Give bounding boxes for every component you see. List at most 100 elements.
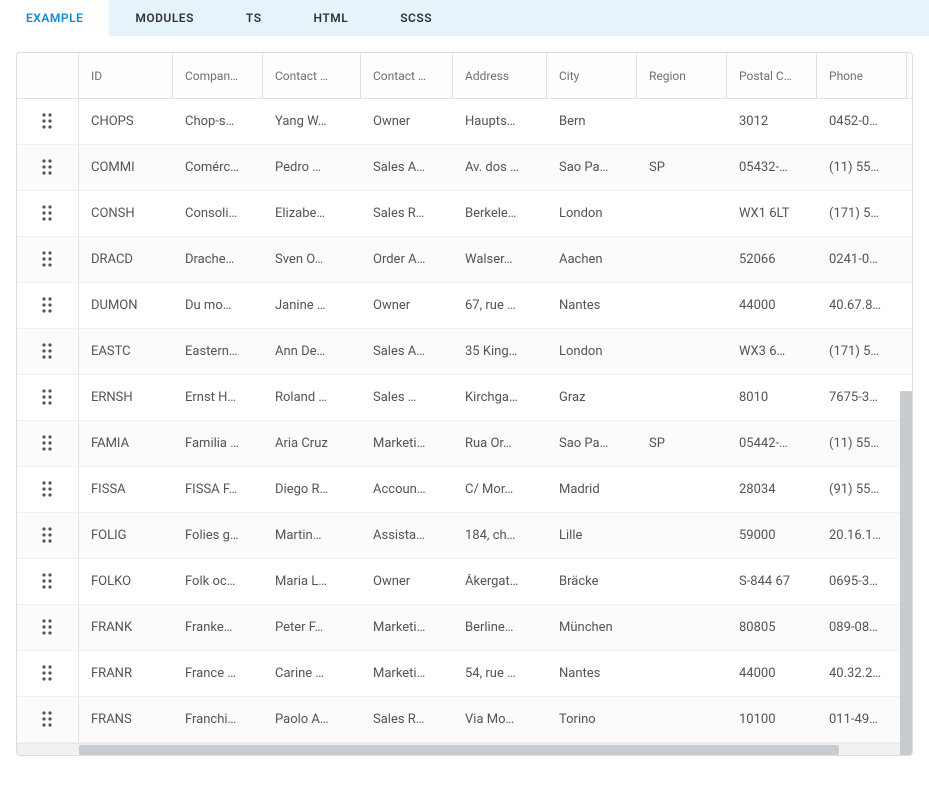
cell-region: [637, 99, 727, 144]
cell-contact-title-text: Assista…: [373, 528, 425, 543]
column-header-drag[interactable]: [17, 53, 79, 99]
cell-id-text: CHOPS: [91, 114, 134, 129]
cell-phone-text: 011-49…: [829, 712, 878, 727]
drag-handle-icon[interactable]: [41, 250, 55, 270]
horizontal-scrollbar[interactable]: [17, 743, 912, 755]
column-header-region[interactable]: Region: [637, 53, 727, 99]
cell-address-text: Rua Or…: [465, 436, 512, 451]
drag-handle-icon[interactable]: [41, 618, 55, 638]
tab-label: TS: [246, 11, 262, 25]
cell-company: Folk oc…: [173, 559, 263, 604]
drag-handle-icon[interactable]: [41, 158, 55, 178]
drag-handle-icon[interactable]: [41, 296, 55, 316]
column-header-contact-name[interactable]: Contact …: [263, 53, 361, 99]
table-row[interactable]: CONSHConsoli…Elizabe…Sales R…Berkele…Lon…: [17, 191, 912, 237]
cell-contact-title: Sales R…: [361, 191, 453, 236]
cell-postal-text: S-844 67: [739, 574, 790, 589]
tab-html[interactable]: HTML: [288, 0, 375, 36]
column-header-postal[interactable]: Postal C…: [727, 53, 817, 99]
column-header-spacer: [907, 53, 913, 99]
table-row[interactable]: COMMIComérc…Pedro …Sales A…Av. dos …Sao …: [17, 145, 912, 191]
tab-bar: EXAMPLE MODULES TS HTML SCSS: [0, 0, 929, 36]
cell-company-text: Eastern…: [185, 344, 238, 359]
cell-id: CONSH: [79, 191, 173, 236]
cell-company-text: Consoli…: [185, 206, 237, 221]
column-header-company[interactable]: Compan…: [173, 53, 263, 99]
cell-address: Berline…: [453, 605, 547, 650]
cell-region-text: SP: [649, 160, 665, 175]
cell-contact-title: Accoun…: [361, 467, 453, 512]
drag-handle-cell[interactable]: [17, 605, 79, 650]
tab-ts[interactable]: TS: [220, 0, 288, 36]
table-row[interactable]: FAMIAFamilia …Aria CruzMarketi…Rua Or…Sa…: [17, 421, 912, 467]
drag-handle-cell[interactable]: [17, 283, 79, 328]
cell-id-text: DUMON: [91, 298, 138, 313]
cell-address-text: Berline…: [465, 620, 514, 635]
tab-modules[interactable]: MODULES: [109, 0, 220, 36]
cell-postal: 05442-…: [727, 421, 817, 466]
cell-contact-title-text: Marketi…: [373, 666, 425, 681]
table-row[interactable]: ERNSHErnst H…Roland …Sales …Kirchga…Graz…: [17, 375, 912, 421]
drag-handle-cell[interactable]: [17, 99, 79, 144]
drag-handle-icon[interactable]: [41, 434, 55, 454]
cell-phone-text: 40.67.8…: [829, 298, 881, 313]
cell-phone: 089-08…: [817, 605, 907, 650]
vertical-scrollbar-thumb[interactable]: [900, 391, 912, 756]
table-row[interactable]: DUMONDu mo…Janine …Owner67, rue …Nantes4…: [17, 283, 912, 329]
table-row[interactable]: FRANSFranchi…Paolo A…Sales R…Via Mo…Tori…: [17, 697, 912, 743]
cell-id-text: COMMI: [91, 160, 135, 175]
tab-scss[interactable]: SCSS: [374, 0, 458, 36]
drag-handle-cell[interactable]: [17, 651, 79, 696]
table-row[interactable]: FRANKFranke…Peter F…Marketi…Berline…Münc…: [17, 605, 912, 651]
drag-handle-icon[interactable]: [41, 112, 55, 132]
column-header-id[interactable]: ID: [79, 53, 173, 99]
cell-contact-name-text: Ann De…: [275, 344, 325, 359]
drag-handle-icon[interactable]: [41, 710, 55, 730]
drag-handle-cell[interactable]: [17, 191, 79, 236]
column-header-label: Compan…: [185, 69, 238, 83]
table-row[interactable]: FOLIGFolies g…Martin…Assista…184, ch…Lil…: [17, 513, 912, 559]
drag-handle-icon[interactable]: [41, 480, 55, 500]
table-row[interactable]: FOLKOFolk oc…Maria L…OwnerÅkergat…Bräcke…: [17, 559, 912, 605]
drag-handle-icon[interactable]: [41, 204, 55, 224]
drag-handle-cell[interactable]: [17, 375, 79, 420]
cell-phone-text: (11) 55…: [829, 436, 879, 451]
tab-label: SCSS: [400, 11, 432, 25]
drag-handle-cell[interactable]: [17, 145, 79, 190]
cell-postal: WX1 6LT: [727, 191, 817, 236]
table-row[interactable]: FISSAFISSA F…Diego R…Accoun…C/ Mor…Madri…: [17, 467, 912, 513]
tab-example[interactable]: EXAMPLE: [0, 0, 109, 36]
cell-contact-name-text: Janine …: [275, 298, 326, 313]
cell-postal-text: 05442-…: [739, 436, 788, 451]
drag-handle-cell[interactable]: [17, 237, 79, 282]
cell-address: 35 King…: [453, 329, 547, 374]
cell-company: Eastern…: [173, 329, 263, 374]
cell-phone: 0452-0…: [817, 99, 907, 144]
drag-handle-cell[interactable]: [17, 467, 79, 512]
drag-handle-cell[interactable]: [17, 421, 79, 466]
cell-region: [637, 375, 727, 420]
cell-postal: 3012: [727, 99, 817, 144]
drag-handle-cell[interactable]: [17, 513, 79, 558]
cell-region: [637, 237, 727, 282]
cell-contact-name-text: Elizabe…: [275, 206, 325, 221]
cell-city: Bräcke: [547, 559, 637, 604]
column-header-address[interactable]: Address: [453, 53, 547, 99]
drag-handle-icon[interactable]: [41, 526, 55, 546]
drag-handle-icon[interactable]: [41, 388, 55, 408]
drag-handle-icon[interactable]: [41, 572, 55, 592]
column-header-city[interactable]: City: [547, 53, 637, 99]
drag-handle-icon[interactable]: [41, 664, 55, 684]
horizontal-scrollbar-thumb[interactable]: [79, 745, 839, 755]
column-header-phone[interactable]: Phone: [817, 53, 907, 99]
table-row[interactable]: FRANRFrance …Carine …Marketi…54, rue …Na…: [17, 651, 912, 697]
drag-handle-cell[interactable]: [17, 329, 79, 374]
table-row[interactable]: DRACDDrache…Sven O…Order A…Walser…Aachen…: [17, 237, 912, 283]
drag-handle-cell[interactable]: [17, 697, 79, 742]
drag-handle-icon[interactable]: [41, 342, 55, 362]
table-row[interactable]: EASTCEastern…Ann De…Sales A…35 King…Lond…: [17, 329, 912, 375]
drag-handle-cell[interactable]: [17, 559, 79, 604]
column-header-contact-title[interactable]: Contact …: [361, 53, 453, 99]
table-row[interactable]: CHOPSChop-s…Yang W…OwnerHaupts…Bern30120…: [17, 99, 912, 145]
cell-company: Franchi…: [173, 697, 263, 742]
